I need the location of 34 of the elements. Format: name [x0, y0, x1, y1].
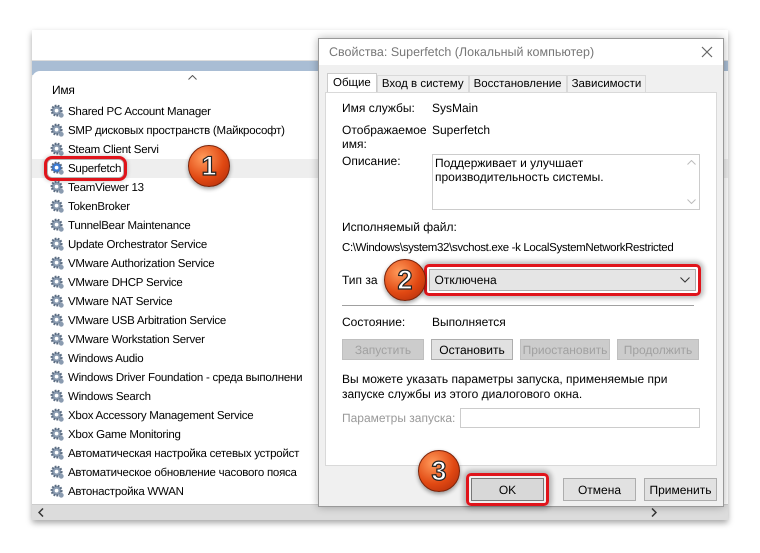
- service-name: Автоматическая настройка сетевых устройст: [68, 448, 300, 460]
- field-label: Тип за: [342, 273, 378, 287]
- service-name: VMware USB Arbitration Service: [68, 314, 226, 326]
- service-name: TunnelBear Maintenance: [68, 220, 191, 232]
- service-name: Superfetch: [68, 162, 122, 174]
- service-name: TokenBroker: [68, 200, 130, 212]
- service-name: Автоматическое обновление часового пояса: [68, 466, 297, 478]
- service-name: Windows Search: [68, 390, 151, 402]
- field-label: Имя службы:: [342, 101, 416, 115]
- service-name: Windows Audio: [68, 352, 144, 364]
- executable-path: C:\Windows\system32\svchost.exe -k LocalSystemNetworkRestricted: [342, 242, 674, 254]
- service-name: VMware DHCP Service: [68, 276, 183, 288]
- service-name: VMware Authorization Service: [68, 258, 214, 270]
- field-label: Исполняемый файл:: [342, 220, 458, 234]
- service-name: Windows Driver Foundation - среда выполнени: [68, 372, 302, 384]
- description-box: Поддерживает и улучшает производительность системы.: [432, 154, 700, 210]
- field-label: Параметры запуска:: [342, 411, 456, 425]
- service-name: Update Orchestrator Service: [68, 238, 207, 250]
- service-name: SMP дисковых пространств (Майкрософт): [68, 124, 285, 136]
- window-title: Свойства: Superfetch (Локальный компьютер): [329, 45, 594, 59]
- service-name: VMware NAT Service: [68, 296, 172, 308]
- service-name: Автонастройка WWAN: [68, 486, 184, 498]
- field-label: Состояние:: [342, 315, 406, 329]
- service-name: Steam Client Servi: [68, 144, 159, 156]
- service-name: Xbox Game Monitoring: [68, 428, 181, 440]
- hint-text: Вы можете указать параметры запуска, применяемые при запуске службы из этого диалогового окна.: [342, 372, 668, 402]
- field-value: Выполняется: [432, 315, 506, 329]
- service-name: VMware Workstation Server: [68, 334, 205, 346]
- service-name: Xbox Accessory Management Service: [68, 410, 254, 422]
- field-label: Описание:: [342, 154, 402, 168]
- service-name: Shared PC Account Manager: [68, 106, 211, 118]
- field-value: SysMain: [432, 101, 478, 115]
- service-name: TeamViewer 13: [68, 182, 144, 194]
- field-value: Superfetch: [432, 123, 490, 137]
